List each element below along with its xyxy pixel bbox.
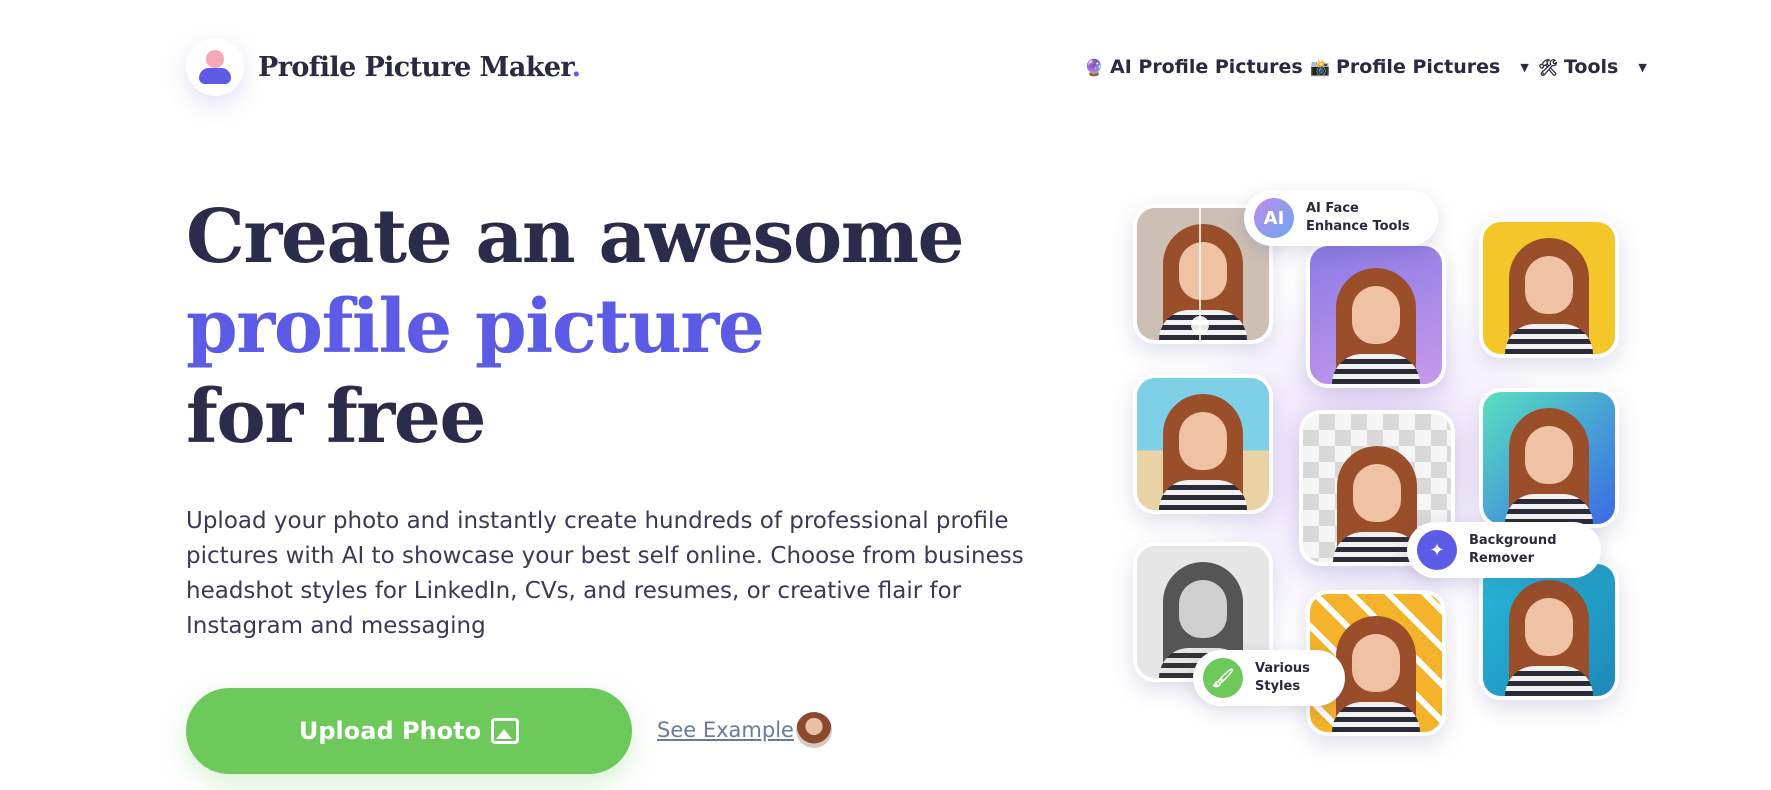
ai-icon: AI [1254,198,1294,238]
example-avatar[interactable] [796,712,832,748]
hero-title-accent: profile picture [186,284,765,370]
nav-label: Tools [1564,56,1619,78]
upload-photo-button[interactable]: Upload Photo [186,688,632,774]
image-icon [491,718,520,744]
badge-label: Various Styles [1255,661,1310,694]
nav-label: AI Profile Pictures [1110,56,1303,78]
camera-icon: 📸 [1310,57,1330,77]
hero-title-line3: for free [186,374,486,460]
upload-button-label: Upload Photo [298,717,482,745]
badge-ai-face-enhance: AI AI Face Enhance Tools [1244,190,1438,246]
badge-label: Background Remover [1469,533,1557,566]
hero-title-line1: Create an awesome [186,194,965,280]
caret-down-icon: ▼ [1520,60,1529,74]
logo-text: Profile Picture Maker. [258,51,581,83]
badge-label: AI Face Enhance Tools [1306,201,1410,234]
brush-icon: 🖌 [1203,658,1243,698]
collage-photo-beach [1133,374,1273,514]
see-example-link[interactable]: See Example [657,718,794,742]
crystal-ball-icon: 🔮 [1084,57,1104,77]
compare-slider-handle [1191,316,1209,334]
collage-photo-cyan [1479,560,1619,700]
tools-icon: 🛠 [1538,57,1559,77]
collage-photo-purple [1306,242,1446,388]
logo[interactable]: Profile Picture Maker. [186,38,581,96]
badge-background-remover: ✦ Background Remover [1407,522,1601,578]
logo-avatar-icon [186,38,244,96]
hero-title: Create an awesome profile picture for fr… [186,192,965,462]
nav-ai-profile-pictures[interactable]: 🔮 AI Profile Pictures [1084,56,1303,78]
nav-profile-pictures[interactable]: 📸 Profile Pictures ▼ [1310,56,1529,78]
badge-various-styles: 🖌 Various Styles [1193,650,1345,706]
collage-photo-teal [1479,388,1619,528]
nav-label: Profile Pictures [1336,56,1501,78]
nav-tools[interactable]: 🛠 Tools ▼ [1538,56,1647,78]
hero-description: Upload your photo and instantly create h… [186,508,1024,639]
collage-photo-yellow [1479,218,1619,358]
caret-down-icon: ▼ [1638,60,1647,74]
magic-wand-icon: ✦ [1417,530,1457,570]
